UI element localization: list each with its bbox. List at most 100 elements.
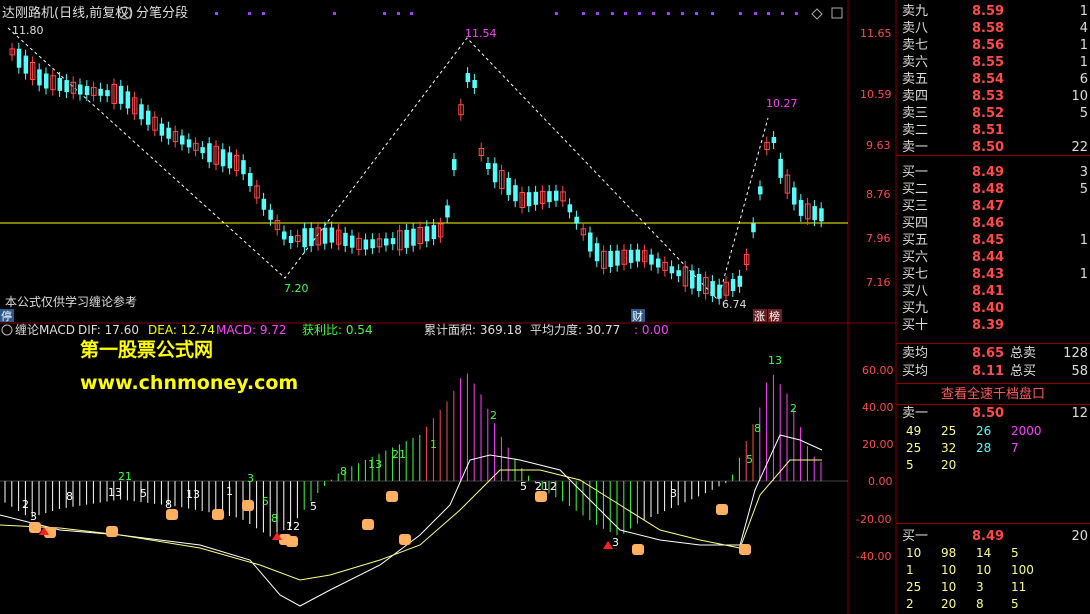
bid-volume: 1 (1079, 233, 1088, 248)
chevron-down-icon[interactable] (1, 324, 13, 336)
candle-body (574, 216, 579, 224)
candle-body (384, 238, 389, 246)
bar-count-label: 2 (490, 409, 497, 422)
detail-cell: 25 (906, 580, 922, 594)
full-depth-button[interactable]: 查看全速千档盘口 (896, 383, 1090, 405)
bar-count-label: 2 (22, 498, 29, 511)
bar-count-label: 1 (430, 438, 437, 451)
candle-body (594, 243, 600, 262)
candle-body (513, 185, 518, 202)
ask-row[interactable]: 卖七 8.56 1 (896, 37, 1090, 54)
ask-row[interactable]: 卖三 8.52 5 (896, 105, 1090, 122)
avg-buy-row: 买均 8.11 总买 58 (896, 363, 1090, 380)
candle-body (778, 158, 783, 178)
candle-body (248, 173, 253, 187)
signal-dot (739, 12, 742, 15)
candle-body (751, 223, 756, 233)
bid-price: 8.46 (972, 216, 1005, 231)
detail-cell: 5 (906, 458, 914, 472)
ting-badge-text: 停 (1, 309, 12, 323)
total-buy-value: 58 (1071, 364, 1088, 379)
buy1-label: 买一 (902, 529, 929, 544)
ask-row[interactable]: 卖一 8.50 22 (896, 139, 1090, 156)
signal-dot (333, 12, 336, 15)
detail-row: 1 10 10 100 (896, 563, 1090, 580)
bid-price: 8.39 (972, 318, 1005, 333)
candle-body (690, 270, 695, 289)
bid-price: 8.47 (972, 199, 1005, 214)
candle-body (628, 249, 634, 263)
candle-body (411, 228, 416, 246)
ask-row[interactable]: 卖六 8.55 1 (896, 54, 1090, 71)
signal-dot (638, 12, 641, 15)
bid-row[interactable]: 买一 8.49 3 (896, 164, 1090, 181)
candle-body (343, 232, 348, 246)
force-value: 平均力度: 30.77 (530, 322, 620, 337)
ask-label: 卖四 (902, 89, 929, 104)
candle-body (431, 225, 437, 240)
y-tick: 9.63 (866, 139, 891, 152)
sell1-detail-header: 卖一 8.50 12 (896, 405, 1090, 422)
bid-price: 8.41 (972, 284, 1005, 299)
window-toggle-icon[interactable] (831, 7, 843, 19)
detail-cell: 10 (941, 563, 957, 577)
signal-bag-icon (106, 526, 118, 537)
candle-body (676, 270, 681, 277)
bid-label: 买五 (902, 233, 929, 248)
signal-dot (410, 12, 413, 15)
bid-label: 买十 (902, 318, 929, 333)
candle-body (220, 149, 226, 167)
ask-volume: 1 (1079, 55, 1088, 70)
ask-row[interactable]: 卖八 8.58 4 (896, 20, 1090, 37)
ask-row[interactable]: 卖二 8.51 (896, 122, 1090, 139)
candle-body (812, 206, 817, 221)
candle-body (57, 77, 63, 91)
candle-body (526, 192, 532, 207)
y-tick: -40.00 (856, 550, 891, 563)
period-selector-label[interactable]: 分笔分段 (136, 5, 188, 21)
candle-body (730, 279, 736, 292)
buy1-vol: 20 (1071, 529, 1088, 544)
sell1-label: 卖一 (902, 406, 929, 421)
bar-count-label: 8 (271, 512, 278, 525)
candle-body (588, 232, 593, 252)
bar-count-label: 5 (140, 487, 147, 500)
detail-cell: 20 (941, 597, 957, 611)
indicator-name[interactable]: 缠论MACD (15, 322, 75, 337)
candle-body (370, 239, 375, 249)
bar-count-label: 2 (550, 480, 557, 493)
bid-price: 8.44 (972, 250, 1005, 265)
ask-row[interactable]: 卖四 8.53 10 (896, 88, 1090, 105)
detail-row: 49 25 26 2000 (896, 424, 1090, 441)
bid-row[interactable]: 买十 8.39 (896, 317, 1090, 334)
bid-row[interactable]: 买八 8.41 (896, 283, 1090, 300)
y-tick: 60.00 (862, 364, 894, 377)
bid-row[interactable]: 买二 8.48 5 (896, 181, 1090, 198)
bid-row[interactable]: 买七 8.43 1 (896, 266, 1090, 283)
bar-count-label: 13 (368, 458, 382, 471)
divider (896, 343, 1090, 344)
bid-row[interactable]: 买四 8.46 (896, 215, 1090, 232)
y-tick: 0.00 (868, 475, 893, 488)
candle-body (44, 73, 49, 89)
signal-dot (248, 12, 251, 15)
ask-row[interactable]: 卖九 8.59 1 (896, 3, 1090, 20)
candle-body (452, 159, 457, 171)
diamond-icon[interactable] (811, 8, 823, 20)
signal-dot (667, 12, 670, 15)
signal-bag-icon (212, 509, 224, 520)
bid-row[interactable]: 买三 8.47 (896, 198, 1090, 215)
bid-row[interactable]: 买六 8.44 (896, 249, 1090, 266)
bid-row[interactable]: 买九 8.40 (896, 300, 1090, 317)
bar-count-label: 5 (262, 495, 269, 508)
ask-price: 8.54 (972, 72, 1005, 87)
ask-row[interactable]: 卖五 8.54 6 (896, 71, 1090, 88)
candle-body (309, 228, 314, 247)
ask-price: 8.58 (972, 21, 1005, 36)
candle-body (207, 143, 212, 163)
bid-row[interactable]: 买五 8.45 1 (896, 232, 1090, 249)
macd-value: MACD: 9.72 (216, 323, 287, 337)
candle-body (166, 127, 171, 139)
bar-count-label: 13 (186, 488, 200, 501)
signal-dot (383, 12, 386, 15)
